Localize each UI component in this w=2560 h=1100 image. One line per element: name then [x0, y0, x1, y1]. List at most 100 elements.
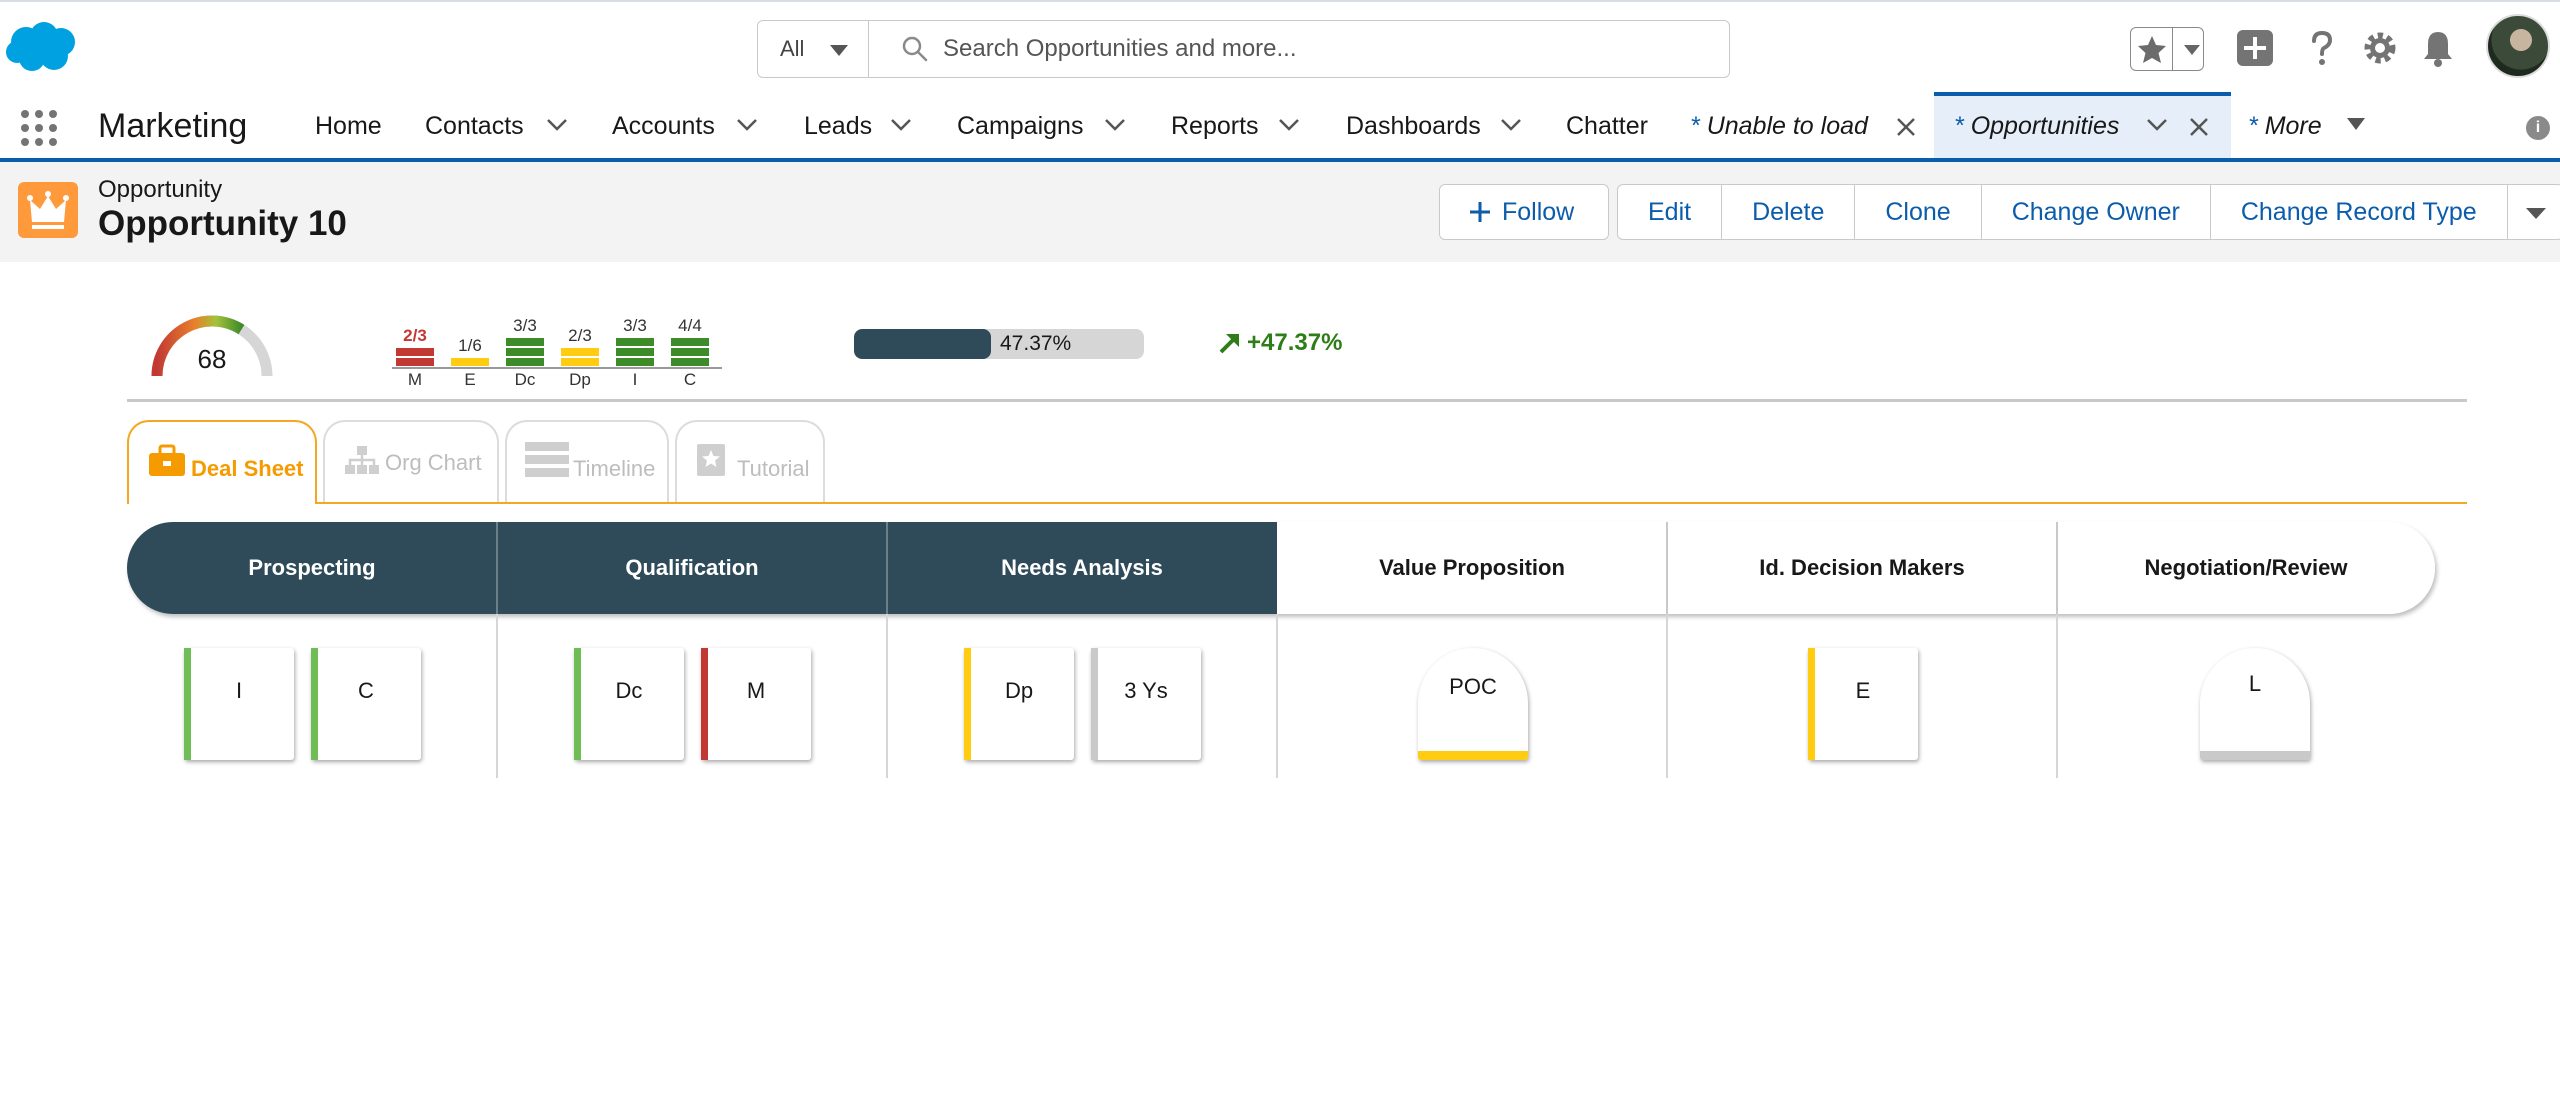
clone-button[interactable]: Clone: [1855, 184, 1982, 240]
meddic-bar-segment: [506, 358, 544, 366]
global-add-icon[interactable]: [2233, 26, 2277, 70]
delete-button[interactable]: Delete: [1722, 184, 1856, 240]
arrow-up-right-icon: [1219, 334, 1239, 354]
notifications-bell-icon[interactable]: [2416, 26, 2460, 70]
tab-deal-sheet[interactable]: Deal Sheet: [127, 420, 317, 504]
stage-prospecting[interactable]: Prospecting: [127, 522, 497, 614]
favorites-button[interactable]: [2130, 27, 2204, 71]
nav-tab-unable-to-load[interactable]: * Unable to load: [1690, 94, 1868, 158]
criteria-card[interactable]: 3 Ys: [1091, 648, 1201, 760]
criteria-card[interactable]: C: [311, 648, 421, 760]
nav-item-contacts[interactable]: Contacts: [425, 94, 524, 158]
help-icon[interactable]: [2300, 26, 2344, 70]
card-label: Dc: [615, 678, 643, 703]
meddic-letter: E: [464, 370, 476, 389]
chevron-down-icon[interactable]: [1278, 118, 1300, 132]
change-owner-button[interactable]: Change Owner: [1981, 184, 2211, 240]
meddic-bars: 2/3 M 1/6 E 3/3 Dc 2/3 Dp 3/3 I 4/4 C: [392, 296, 722, 392]
info-icon[interactable]: i: [2526, 116, 2550, 140]
nav-item-chatter[interactable]: Chatter: [1566, 94, 1648, 158]
global-search: All: [757, 20, 1730, 78]
stage-qualification[interactable]: Qualification: [497, 522, 887, 614]
tab-org-chart[interactable]: Org Chart: [323, 420, 499, 502]
nav-item-home[interactable]: Home: [315, 94, 382, 158]
tab-modified-marker: *: [1690, 112, 1700, 140]
criteria-card[interactable]: M: [701, 648, 811, 760]
meddic-bar-segment: [671, 358, 709, 366]
meddic-bar-dp[interactable]: 2/3 Dp: [561, 296, 599, 392]
salesforce-logo[interactable]: [4, 20, 80, 74]
change-record-type-button[interactable]: Change Record Type: [2210, 184, 2508, 240]
tab-timeline[interactable]: Timeline: [505, 420, 669, 502]
nav-tab-more[interactable]: * More: [2248, 94, 2322, 158]
stage-negotiation-review[interactable]: Negotiation/Review: [2057, 522, 2435, 614]
meddic-bar-dc[interactable]: 3/3 Dc: [506, 296, 544, 392]
nav-item-dashboards[interactable]: Dashboards: [1346, 94, 1481, 158]
chevron-down-icon[interactable]: [1500, 118, 1522, 132]
chevron-down-icon[interactable]: [890, 118, 912, 132]
card-label: POC: [1449, 674, 1497, 699]
meddic-bar-segment: [616, 348, 654, 356]
chevron-down-icon[interactable]: [736, 118, 758, 132]
stage-divider: [886, 522, 888, 614]
trend-label: +47.37%: [1247, 329, 1343, 356]
meddic-bar-segment: [561, 348, 599, 356]
criteria-card[interactable]: I: [184, 648, 294, 760]
meddic-bar-m[interactable]: 2/3 M: [396, 296, 434, 392]
stage-needs-analysis[interactable]: Needs Analysis: [887, 522, 1277, 614]
card-label: M: [746, 678, 766, 703]
chevron-down-icon[interactable]: [546, 118, 568, 132]
meddic-bar-segment: [671, 338, 709, 346]
edit-button[interactable]: Edit: [1617, 184, 1723, 240]
milestone-card[interactable]: POC: [1418, 648, 1528, 760]
card-label: Dp: [1004, 678, 1034, 703]
meddic-bar-c[interactable]: 4/4 C: [671, 296, 709, 392]
column-divider: [2056, 614, 2058, 778]
status-edge: [311, 648, 318, 760]
user-avatar[interactable]: [2486, 14, 2550, 78]
close-icon[interactable]: [1895, 116, 1917, 138]
caret-down-icon[interactable]: [2346, 116, 2366, 132]
follow-button[interactable]: Follow: [1439, 184, 1609, 240]
chevron-down-icon[interactable]: [2146, 118, 2168, 132]
chevron-down-icon[interactable]: [1104, 118, 1126, 132]
tutorial-book-icon: [697, 444, 725, 476]
star-icon[interactable]: [2131, 28, 2173, 70]
nav-item-reports[interactable]: Reports: [1171, 94, 1259, 158]
deal-score-gauge: 68: [151, 315, 273, 377]
criteria-card[interactable]: Dp: [964, 648, 1074, 760]
meddic-bar-segment: [616, 338, 654, 346]
nav-item-leads[interactable]: Leads: [804, 94, 872, 158]
criteria-card[interactable]: Dc: [574, 648, 684, 760]
gear-icon[interactable]: [2358, 26, 2402, 70]
stage-id-decision-makers[interactable]: Id. Decision Makers: [1667, 522, 2057, 614]
tab-label: Deal Sheet: [191, 456, 304, 481]
meddic-bar-segment: [396, 348, 434, 356]
search-input[interactable]: [943, 21, 1703, 77]
caret-down-icon: [830, 45, 848, 56]
tab-tutorial[interactable]: Tutorial: [675, 420, 825, 502]
meddic-bar-e[interactable]: 1/6 E: [451, 296, 489, 392]
status-edge: [1808, 648, 1815, 760]
close-icon[interactable]: [2188, 116, 2210, 138]
meddic-letter: M: [407, 370, 423, 389]
milestone-card[interactable]: L: [2200, 648, 2310, 760]
favorites-dropdown-icon[interactable]: [2184, 45, 2200, 55]
criteria-card[interactable]: E: [1808, 648, 1918, 760]
nav-tab-opportunities[interactable]: * Opportunities: [1954, 94, 2119, 158]
deal-score-value: 68: [198, 344, 227, 374]
tab-label: Unable to load: [1706, 112, 1868, 140]
stage-path: Prospecting Qualification Needs Analysis…: [127, 522, 2435, 614]
meddic-bar-i[interactable]: 3/3 I: [616, 296, 654, 392]
search-scope-select[interactable]: All: [758, 21, 869, 77]
more-actions-button[interactable]: [2507, 184, 2560, 240]
meddic-bar-segment: [396, 358, 434, 366]
meddic-letter: Dc: [514, 370, 536, 389]
nav-item-accounts[interactable]: Accounts: [612, 94, 715, 158]
follow-label: Follow: [1502, 198, 1575, 226]
nav-item-campaigns[interactable]: Campaigns: [957, 94, 1083, 158]
stage-divider: [1666, 522, 1668, 614]
stage-value-proposition[interactable]: Value Proposition: [1277, 522, 1667, 614]
app-launcher-icon[interactable]: [18, 107, 60, 149]
progress-label: 47.37%: [1000, 332, 1072, 355]
